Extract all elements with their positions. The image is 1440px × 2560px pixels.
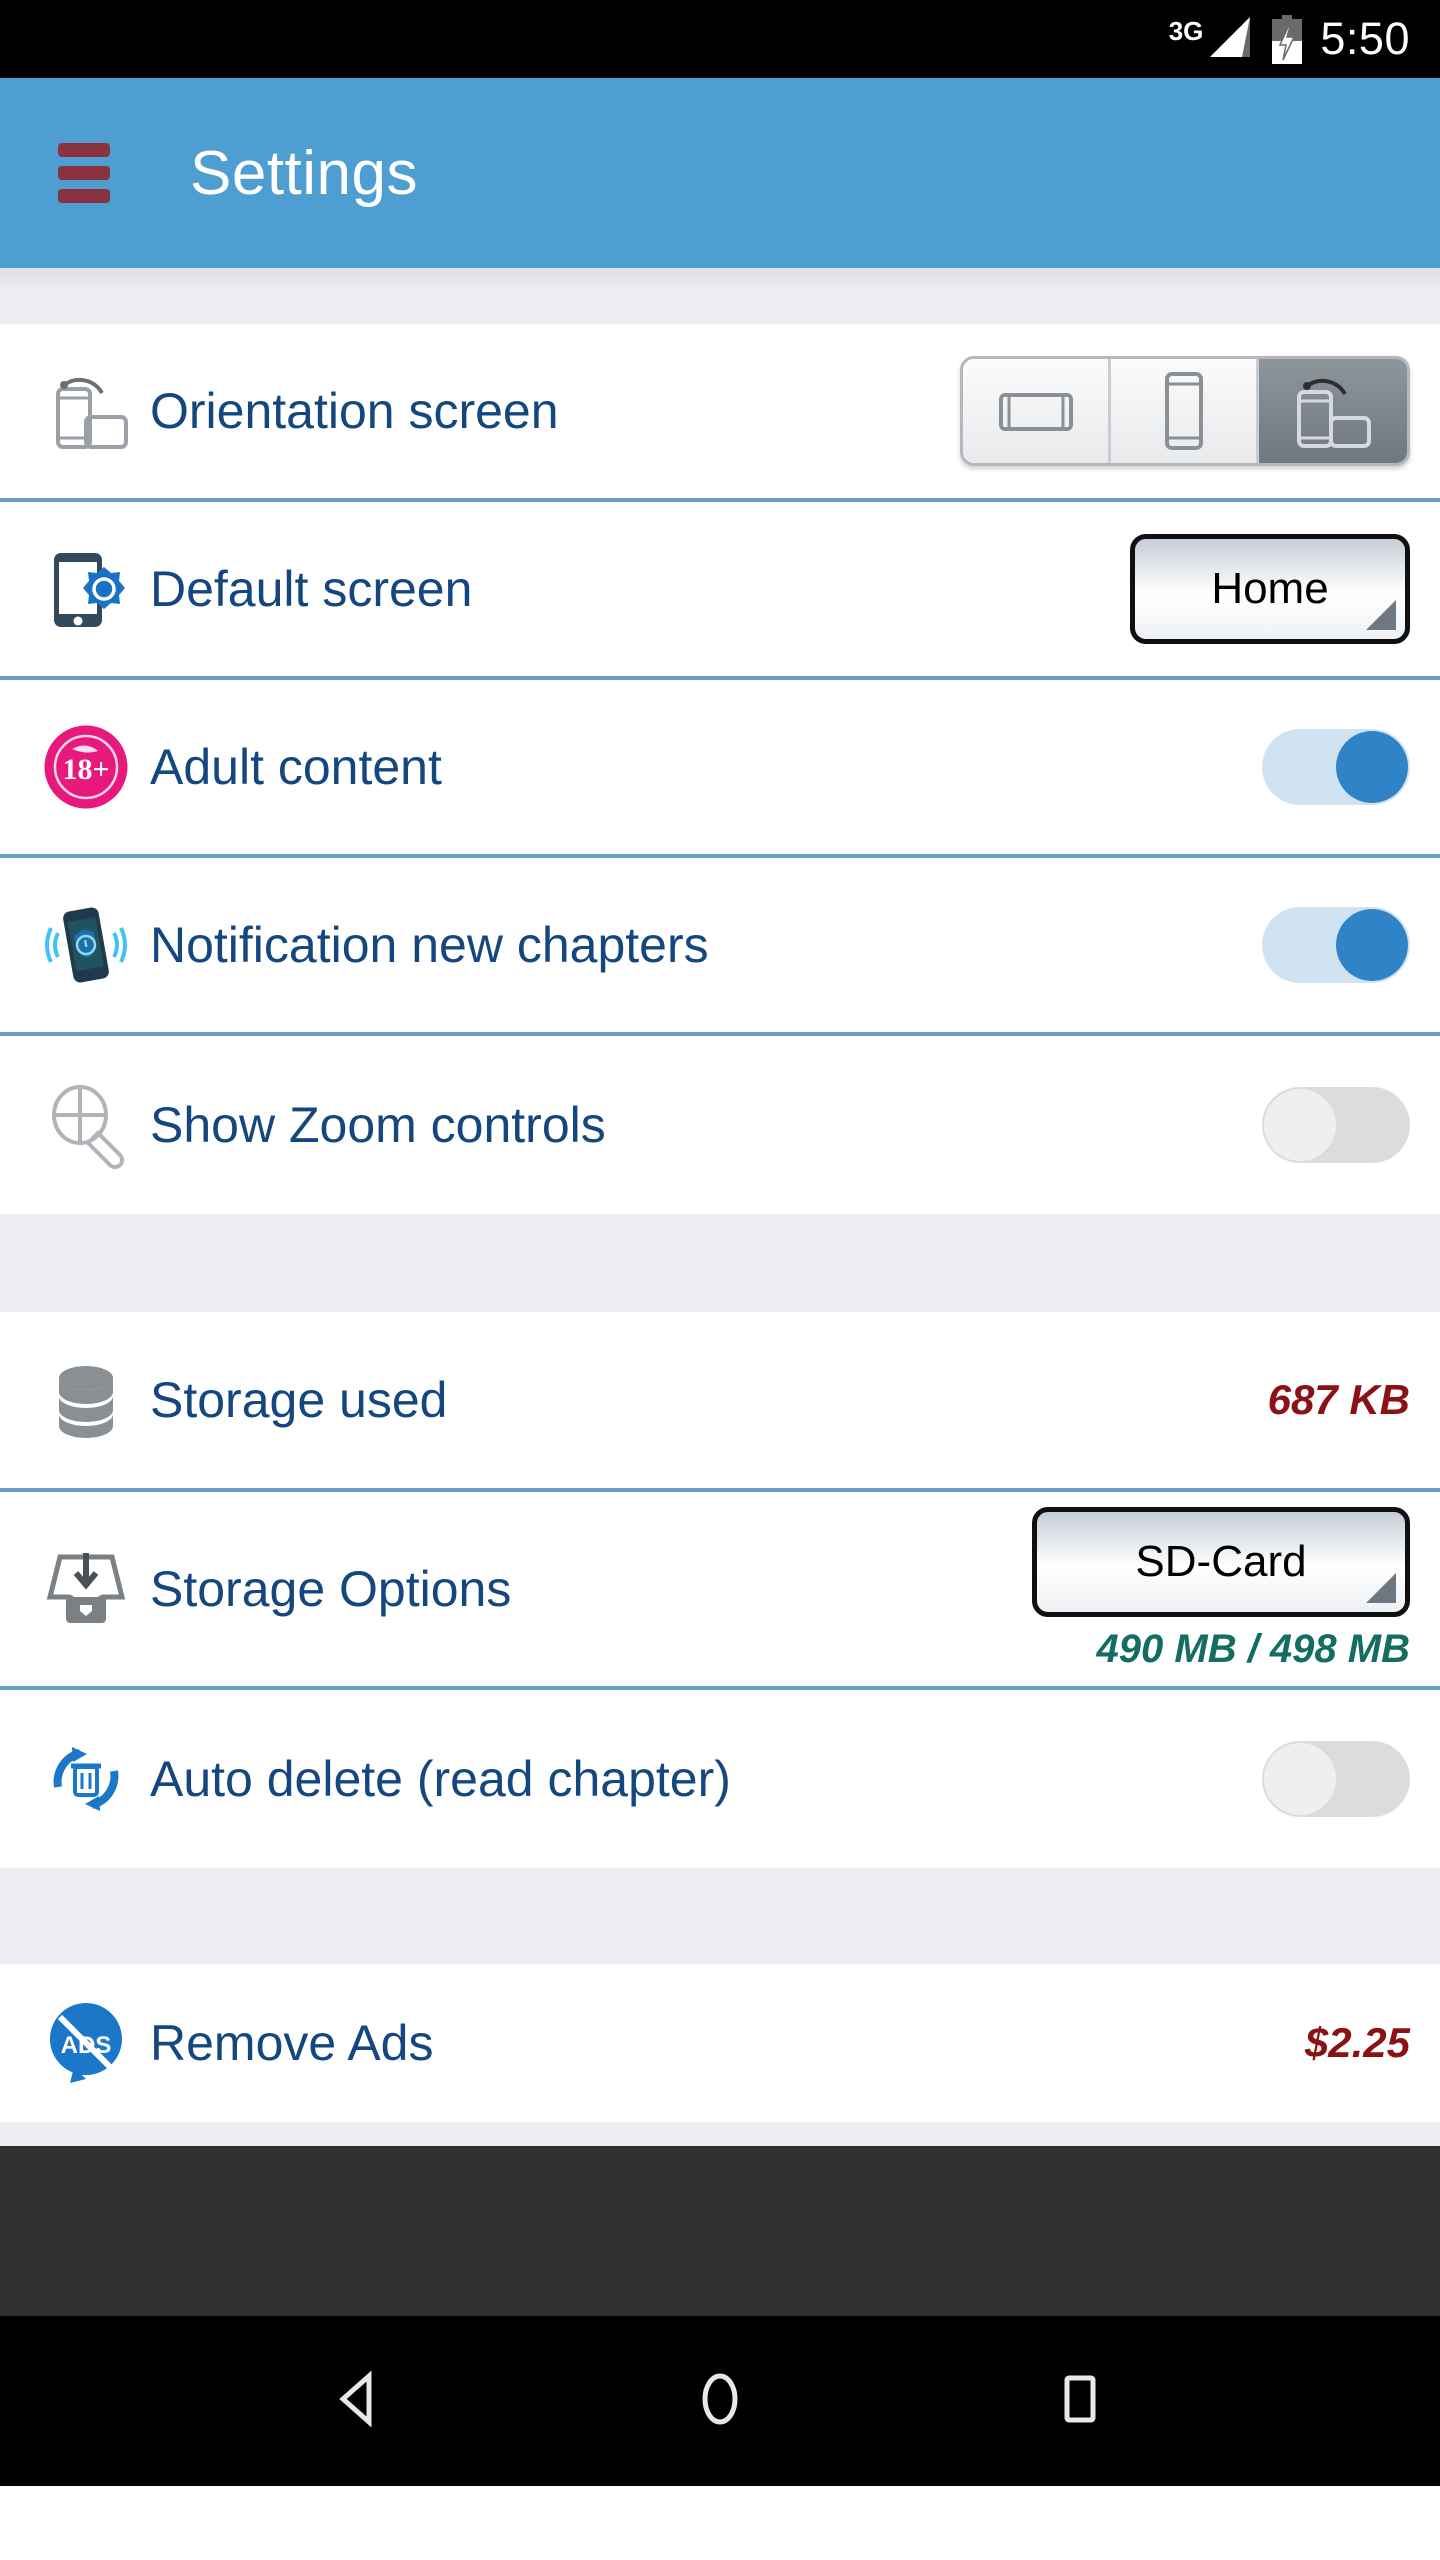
notification-toggle[interactable] (1262, 907, 1410, 983)
row-remove-ads[interactable]: ADS Remove Ads $2.25 (0, 1964, 1440, 2122)
screen-rotation-icon (36, 367, 136, 455)
row-storage-options[interactable]: Storage Options SD-Card 490 MB / 498 MB (0, 1492, 1440, 1690)
signal-group: 3G (1169, 13, 1255, 66)
row-label: Adult content (150, 739, 442, 795)
storage-inbox-icon (36, 1545, 136, 1633)
system-nav-bar (0, 2316, 1440, 2486)
svg-text:18+: 18+ (62, 753, 109, 786)
row-label: Orientation screen (150, 383, 559, 439)
row-label: Default screen (150, 561, 473, 617)
storage-used-value-wrap: 687 KB (1268, 1376, 1410, 1424)
row-adult-content[interactable]: 18+ Adult content (0, 680, 1440, 858)
phone-screen: 3G 5:50 Settings Orientation screen Defa… (0, 0, 1440, 2560)
seg-portrait[interactable] (1111, 359, 1259, 463)
row-auto-delete[interactable]: Auto delete (read chapter) (0, 1690, 1440, 1868)
home-circle-icon[interactable] (689, 2368, 751, 2435)
status-bar: 3G 5:50 (0, 0, 1440, 78)
database-storage-icon (36, 1356, 136, 1444)
zoom-controls-control[interactable] (1262, 1087, 1410, 1163)
chevron-down-icon (1366, 600, 1396, 630)
seg-auto-rotate[interactable] (1259, 359, 1407, 463)
remove-ads-icon: ADS (36, 1999, 136, 2087)
row-label: Notification new chapters (150, 917, 709, 973)
section-spacer-storage (0, 1214, 1440, 1312)
remove-ads-price-wrap: $2.25 (1305, 2019, 1410, 2067)
default-screen-control[interactable]: Home (1130, 534, 1410, 644)
storage-capacity-label: 490 MB / 498 MB (1096, 1626, 1410, 1671)
battery-charging-icon (1270, 15, 1304, 64)
zoom-magnifier-icon (36, 1081, 136, 1169)
app-bar: Settings (0, 78, 1440, 268)
remove-ads-price: $2.25 (1304, 2019, 1410, 2066)
spinner-value: SD-Card (1135, 1536, 1307, 1586)
row-show-zoom-controls[interactable]: Show Zoom controls (0, 1036, 1440, 1214)
row-label: Auto delete (read chapter) (150, 1751, 731, 1807)
seg-landscape[interactable] (963, 359, 1111, 463)
default-screen-icon (36, 545, 136, 633)
auto-delete-control[interactable] (1262, 1741, 1410, 1817)
hamburger-menu-icon[interactable] (58, 143, 110, 203)
adult-content-control[interactable] (1262, 729, 1410, 805)
row-label: Show Zoom controls (150, 1097, 606, 1153)
notification-phone-icon (36, 901, 136, 989)
back-triangle-icon[interactable] (329, 2368, 391, 2435)
zoom-controls-toggle[interactable] (1262, 1087, 1410, 1163)
row-notification-new-chapters[interactable]: Notification new chapters (0, 858, 1440, 1036)
row-orientation-screen[interactable]: Orientation screen (0, 324, 1440, 502)
row-default-screen[interactable]: Default screen Home (0, 502, 1440, 680)
row-label: Storage Options (150, 1561, 512, 1617)
row-label: Storage used (150, 1372, 448, 1428)
chevron-down-icon (1366, 1572, 1396, 1603)
auto-delete-toggle[interactable] (1262, 1741, 1410, 1817)
adult-content-toggle[interactable] (1262, 729, 1410, 805)
auto-delete-recycle-icon (36, 1735, 136, 1823)
row-storage-used[interactable]: Storage used 687 KB (0, 1312, 1440, 1492)
section-spacer-bottom (0, 2122, 1440, 2146)
section-spacer-ads (0, 1868, 1440, 1964)
page-title: Settings (190, 138, 419, 208)
section-spacer-top (0, 268, 1440, 324)
signal-bars-icon (1206, 13, 1254, 66)
ad-banner[interactable] (0, 2146, 1440, 2316)
notification-control[interactable] (1262, 907, 1410, 983)
orientation-segmented-control[interactable] (960, 356, 1410, 466)
clock-label: 5:50 (1320, 13, 1410, 64)
storage-options-control[interactable]: SD-Card 490 MB / 498 MB (1032, 1506, 1410, 1672)
spinner-value: Home (1211, 564, 1329, 613)
adult-content-18plus-icon: 18+ (36, 723, 136, 811)
default-screen-spinner[interactable]: Home (1130, 534, 1410, 644)
storage-used-value: 687 KB (1267, 1376, 1410, 1423)
row-label: Remove Ads (150, 2015, 434, 2071)
recents-square-icon[interactable] (1049, 2368, 1111, 2435)
network-type-label: 3G (1168, 15, 1204, 46)
storage-options-spinner[interactable]: SD-Card (1032, 1506, 1410, 1617)
